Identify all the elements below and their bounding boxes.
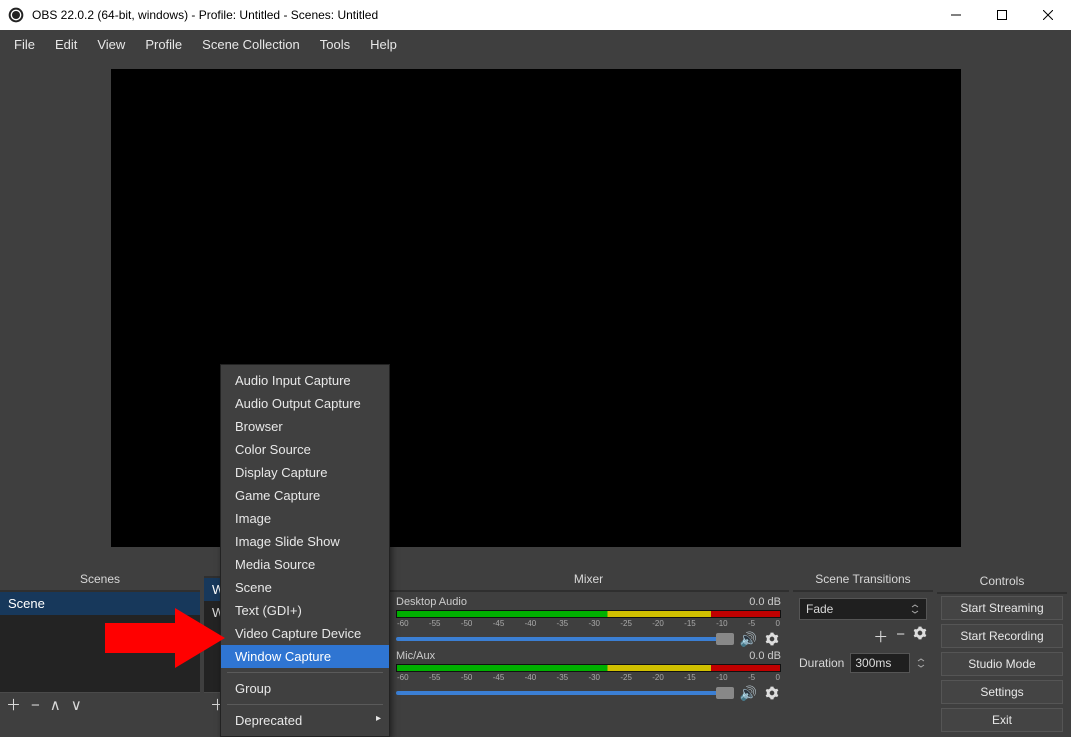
ctx-audio-output-capture[interactable]: Audio Output Capture — [221, 392, 389, 415]
channel-db: 0.0 dB — [749, 650, 781, 662]
preview-area — [0, 58, 1071, 548]
add-scene-button[interactable]: ＋ — [6, 698, 21, 713]
annotation-arrow-icon — [105, 608, 225, 668]
ctx-separator — [227, 704, 383, 705]
channel-ticks: -60-55-50-45-40-35-30-25-20-15-10-50 — [396, 673, 781, 682]
ctx-video-capture-device[interactable]: Video Capture Device — [221, 622, 389, 645]
scenes-footer: ＋ − ∧ ∨ — [0, 692, 200, 718]
controls-panel: Controls Start Streaming Start Recording… — [937, 568, 1067, 718]
menu-help[interactable]: Help — [360, 33, 407, 56]
window-title: OBS 22.0.2 (64-bit, windows) - Profile: … — [32, 8, 933, 22]
titlebar: OBS 22.0.2 (64-bit, windows) - Profile: … — [0, 0, 1071, 30]
maximize-button[interactable] — [979, 0, 1025, 30]
transition-settings-button[interactable] — [913, 626, 927, 647]
scenes-header: Scenes — [0, 568, 200, 592]
menu-scene-collection[interactable]: Scene Collection — [192, 33, 310, 56]
transitions-panel: Scene Transitions Fade ＋ − Duration — [793, 568, 933, 718]
menu-edit[interactable]: Edit — [45, 33, 87, 56]
menubar: File Edit View Profile Scene Collection … — [0, 30, 1071, 58]
remove-scene-button[interactable]: − — [31, 698, 40, 713]
remove-transition-button[interactable]: − — [896, 626, 905, 647]
transition-selected: Fade — [806, 602, 833, 616]
mixer-panel: Mixer Desktop Audio 0.0 dB -60-55-50-45-… — [388, 568, 789, 718]
mixer-channel-desktop-audio: Desktop Audio 0.0 dB -60-55-50-45-40-35-… — [396, 596, 781, 648]
add-source-context-menu: Audio Input Capture Audio Output Capture… — [220, 364, 390, 737]
transitions-header: Scene Transitions — [793, 568, 933, 592]
menu-tools[interactable]: Tools — [310, 33, 360, 56]
volume-slider[interactable] — [396, 691, 734, 695]
scene-up-button[interactable]: ∧ — [50, 698, 61, 713]
ctx-display-capture[interactable]: Display Capture — [221, 461, 389, 484]
channel-settings-button[interactable] — [763, 684, 781, 702]
updown-icon[interactable] — [916, 658, 926, 668]
mixer-channel-mic-aux: Mic/Aux 0.0 dB -60-55-50-45-40-35-30-25-… — [396, 650, 781, 702]
level-meter — [396, 664, 781, 672]
menu-view[interactable]: View — [87, 33, 135, 56]
level-meter — [396, 610, 781, 618]
ctx-audio-input-capture[interactable]: Audio Input Capture — [221, 369, 389, 392]
ctx-window-capture[interactable]: Window Capture — [221, 645, 389, 668]
ctx-separator — [227, 672, 383, 673]
ctx-group[interactable]: Group — [221, 677, 389, 700]
ctx-scene[interactable]: Scene — [221, 576, 389, 599]
close-button[interactable] — [1025, 0, 1071, 30]
start-recording-button[interactable]: Start Recording — [941, 624, 1063, 648]
ctx-image[interactable]: Image — [221, 507, 389, 530]
channel-db: 0.0 dB — [749, 596, 781, 608]
speaker-icon[interactable]: 🔊 — [740, 631, 757, 648]
channel-name: Desktop Audio — [396, 596, 467, 608]
ctx-deprecated[interactable]: Deprecated — [221, 709, 389, 732]
ctx-text-gdi[interactable]: Text (GDI+) — [221, 599, 389, 622]
ctx-color-source[interactable]: Color Source — [221, 438, 389, 461]
studio-mode-button[interactable]: Studio Mode — [941, 652, 1063, 676]
ctx-image-slide-show[interactable]: Image Slide Show — [221, 530, 389, 553]
transition-select[interactable]: Fade — [799, 598, 927, 620]
channel-settings-button[interactable] — [763, 630, 781, 648]
mixer-header: Mixer — [388, 568, 789, 592]
exit-button[interactable]: Exit — [941, 708, 1063, 732]
updown-icon — [910, 604, 920, 614]
duration-label: Duration — [799, 656, 844, 670]
controls-header: Controls — [937, 570, 1067, 594]
minimize-button[interactable] — [933, 0, 979, 30]
ctx-media-source[interactable]: Media Source — [221, 553, 389, 576]
obs-logo-icon — [8, 7, 24, 23]
speaker-icon[interactable]: 🔊 — [740, 685, 757, 702]
ctx-game-capture[interactable]: Game Capture — [221, 484, 389, 507]
settings-button[interactable]: Settings — [941, 680, 1063, 704]
channel-ticks: -60-55-50-45-40-35-30-25-20-15-10-50 — [396, 619, 781, 628]
volume-slider[interactable] — [396, 637, 734, 641]
channel-name: Mic/Aux — [396, 650, 435, 662]
ctx-browser[interactable]: Browser — [221, 415, 389, 438]
menu-profile[interactable]: Profile — [135, 33, 192, 56]
scene-down-button[interactable]: ∨ — [71, 698, 82, 713]
duration-input[interactable] — [850, 653, 910, 673]
menu-file[interactable]: File — [4, 33, 45, 56]
add-transition-button[interactable]: ＋ — [873, 626, 888, 647]
start-streaming-button[interactable]: Start Streaming — [941, 596, 1063, 620]
